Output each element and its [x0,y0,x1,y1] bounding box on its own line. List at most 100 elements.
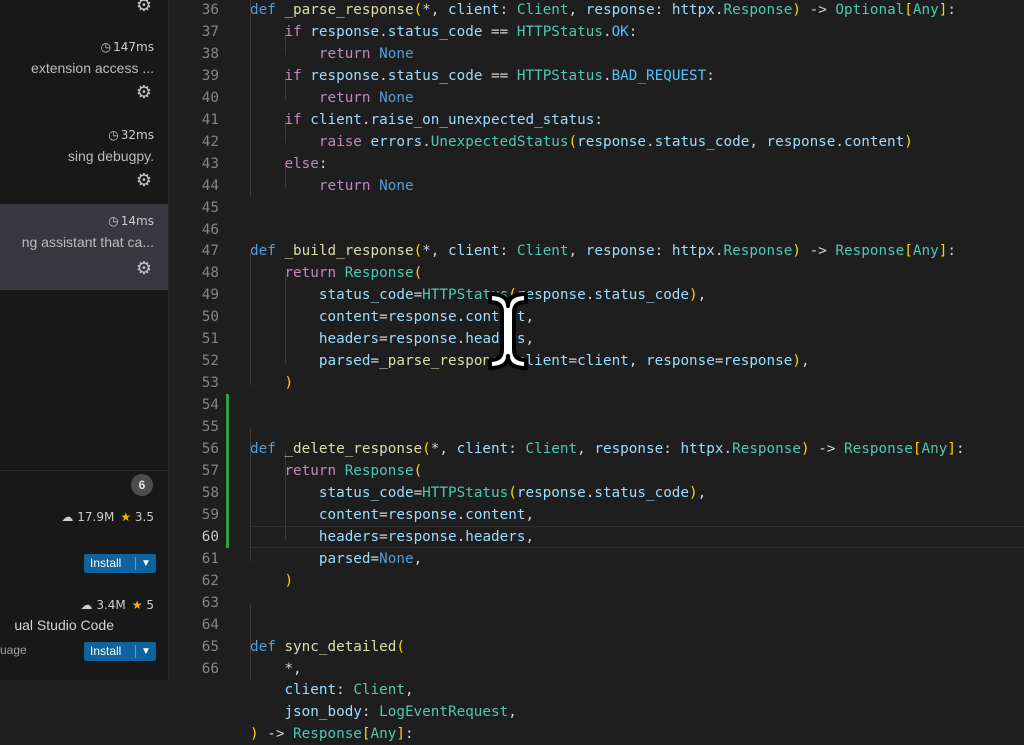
line-number: 51 [201,331,219,348]
code-line[interactable]: 49 status_code=HTTPStatus(response.statu… [170,284,1024,306]
gear-icon[interactable]: ⚙ [134,259,154,279]
cloud-download-icon: ☁ [61,510,74,524]
line-number: 45 [201,199,219,216]
star-icon: ★ [120,510,132,524]
code-line[interactable]: 47 def _build_response(*, client: Client,… [170,240,1024,262]
extension-name: ual Studio Code [14,617,114,633]
line-number: 54 [201,397,219,414]
installed-count-badge: 6 [131,474,153,496]
code-line[interactable]: 39 if response.status_code == HTTPStatus… [170,65,1024,87]
code-text: headers=response.headers, [318,528,535,545]
gear-icon[interactable]: ⚙ [134,0,154,16]
extension-description: extension access ... [31,60,154,76]
line-number: 43 [201,155,219,172]
code-editor[interactable]: 36 def _parse_response(*, client: Client,… [170,0,1024,742]
modified-line-marker[interactable] [226,481,229,504]
code-line[interactable]: 59 content=response.content, [170,503,1024,526]
line-number: 36 [201,2,219,18]
line-number: 52 [201,353,219,370]
line-number: 49 [201,287,219,304]
code-line[interactable]: 56 def _delete_response(*, client: Client… [170,438,1024,460]
code-line[interactable]: 65 def sync_detailed( [170,636,1024,658]
line-number: 53 [201,375,219,392]
code-line[interactable]: 50 content=response.content, [170,306,1024,328]
code-line[interactable]: 36 def _parse_response(*, client: Client,… [170,0,1024,21]
extension-stats: ☁ 17.9M ★ 3.5 [61,510,154,524]
extension-list-item-selected[interactable]: ◷ 14ms ng assistant that ca... ⚙ [0,204,168,290]
code-text: def sync_detailed( [250,638,405,655]
star-icon: ★ [131,598,143,612]
marketplace-item[interactable]: ☁ 17.9M ★ 3.5 Install ▼ [0,500,168,585]
code-line[interactable]: 38 return None [170,43,1024,65]
marketplace-item[interactable]: ☁ 3.4M ★ 5 ual Studio Code uage Install ▼ [0,588,168,680]
code-text: def _build_response(*, client: Client, r… [250,243,956,260]
line-number: 42 [201,133,219,150]
extension-list-item[interactable]: ◷ 32ms sing debugpy. ⚙ [0,118,168,198]
code-text: content=response.content, [318,506,535,523]
code-line[interactable]: 53 ) [170,372,1024,394]
line-number: 63 [201,594,219,611]
code-line[interactable]: 44 return None [170,175,1024,197]
extension-subtitle: uage [0,643,27,657]
code-text: if response.status_code == HTTPStatus.OK… [284,23,638,40]
code-text: return Response( [284,462,423,479]
code-line[interactable]: 48 return Response( [170,262,1024,284]
line-number: 37 [201,23,219,40]
code-text: else: [284,155,328,172]
code-line[interactable]: 64 [170,614,1024,636]
code-line[interactable]: 51 headers=response.headers, [170,328,1024,350]
code-text: ) [284,375,294,392]
extension-description: ng assistant that ca... [21,234,154,250]
code-line[interactable]: 52 parsed=_parse_response(client=client,… [170,350,1024,372]
chevron-down-icon[interactable]: ▼ [138,554,154,573]
code-text: return None [318,177,414,194]
code-line[interactable]: 54 [170,394,1024,417]
code-text: status_code=HTTPStatus(response.status_c… [318,484,707,501]
code-line[interactable]: 41 if client.raise_on_unexpected_status: [170,109,1024,131]
code-line[interactable]: 37 if response.status_code == HTTPStatus… [170,21,1024,43]
code-line[interactable]: 61 parsed=None, [170,548,1024,570]
line-number: 61 [201,550,219,567]
code-line[interactable]: 60 headers=response.headers, [170,525,1024,548]
code-text: def _parse_response(*, client: Client, r… [250,2,956,18]
modified-line-marker[interactable] [226,416,229,439]
gear-icon[interactable]: ⚙ [134,83,154,103]
code-line[interactable]: 43 else: [170,153,1024,175]
gear-icon[interactable]: ⚙ [134,171,154,191]
code-line[interactable]: 45 [170,197,1024,219]
modified-line-marker[interactable] [226,459,229,482]
line-number: 60 [201,528,219,545]
extensions-sidebar: ⚙ ◷ 147ms extension access ... ⚙ ◷ 32ms si… [0,0,168,680]
modified-line-marker[interactable] [226,503,229,526]
modified-line-marker[interactable] [226,525,229,548]
code-text: return None [318,45,414,62]
code-line[interactable]: 46 [170,219,1024,241]
clock-icon: ◷ [100,40,112,54]
activation-time: ◷ 14ms [108,214,154,228]
modified-line-marker[interactable] [226,438,229,460]
code-line[interactable]: 62 ) [170,570,1024,592]
modified-line-marker[interactable] [226,394,229,417]
code-text: def _delete_response(*, client: Client, … [250,441,965,457]
install-button[interactable]: Install ▼ [84,554,156,573]
line-number: 59 [201,506,219,523]
code-line[interactable]: 57 return Response( [170,459,1024,482]
code-line[interactable]: 42 raise errors.UnexpectedStatus(respons… [170,131,1024,153]
code-line[interactable]: client: Client, [170,679,1024,701]
code-text: return Response( [284,265,423,282]
line-number: 46 [201,221,219,238]
code-line[interactable]: 63 [170,592,1024,614]
code-line[interactable]: 55 [170,416,1024,439]
code-text: ) -> Response[Any]: [250,726,414,743]
install-button[interactable]: Install ▼ [84,642,156,661]
code-text: ) [284,572,294,589]
line-number: 66 [201,660,219,677]
chevron-down-icon[interactable]: ▼ [138,642,154,661]
extension-list-item[interactable]: ◷ 147ms extension access ... ⚙ [0,30,168,110]
code-line[interactable]: ) -> Response[Any]: [170,723,1024,745]
code-line[interactable]: 58 status_code=HTTPStatus(response.statu… [170,481,1024,504]
code-line[interactable]: 40 return None [170,87,1024,109]
code-line[interactable]: 66 *, [170,658,1024,680]
activation-time: ◷ 32ms [108,128,154,142]
code-line[interactable]: json_body: LogEventRequest, [170,701,1024,723]
